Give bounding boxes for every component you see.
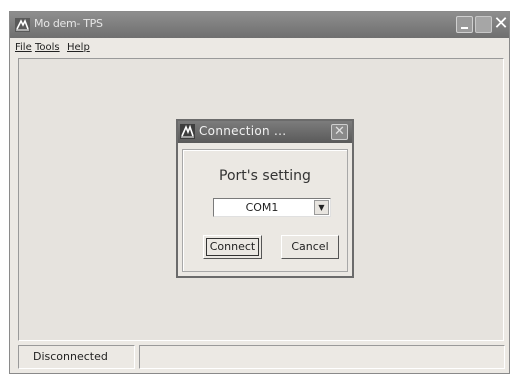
cancel-button[interactable]: Cancel: [281, 235, 339, 259]
close-button[interactable]: ✕: [493, 15, 509, 33]
dialog-body: Port's setting COM1 ▼ Connect Cancel: [182, 149, 348, 272]
modem-app-icon: [180, 124, 195, 139]
modem-app-icon: [15, 18, 30, 32]
title-bar[interactable]: Mo dem- TPS ✕: [10, 12, 509, 38]
menu-bar: File Tools Help: [10, 39, 509, 57]
menu-file[interactable]: File: [15, 42, 32, 53]
dialog-title-bar[interactable]: Connection ... ✕: [178, 121, 352, 143]
ports-setting-heading: Port's setting: [219, 168, 311, 184]
port-select[interactable]: COM1 ▼: [213, 198, 331, 217]
maximize-button[interactable]: [475, 16, 492, 33]
window-title: Mo dem- TPS: [34, 17, 103, 30]
menu-tools[interactable]: Tools: [35, 42, 60, 53]
menu-help[interactable]: Help: [67, 42, 90, 53]
status-panel-extra: [139, 345, 505, 369]
dialog-title: Connection ...: [199, 124, 287, 138]
chevron-down-icon[interactable]: ▼: [314, 200, 329, 215]
connection-status: Disconnected: [18, 345, 135, 369]
minimize-button[interactable]: [456, 16, 473, 33]
dialog-close-button[interactable]: ✕: [331, 124, 348, 140]
port-select-value: COM1: [245, 201, 279, 214]
status-bar: Disconnected: [18, 345, 505, 371]
connect-button[interactable]: Connect: [203, 235, 262, 259]
connection-dialog: Connection ... ✕ Port's setting COM1 ▼ C…: [176, 119, 354, 278]
